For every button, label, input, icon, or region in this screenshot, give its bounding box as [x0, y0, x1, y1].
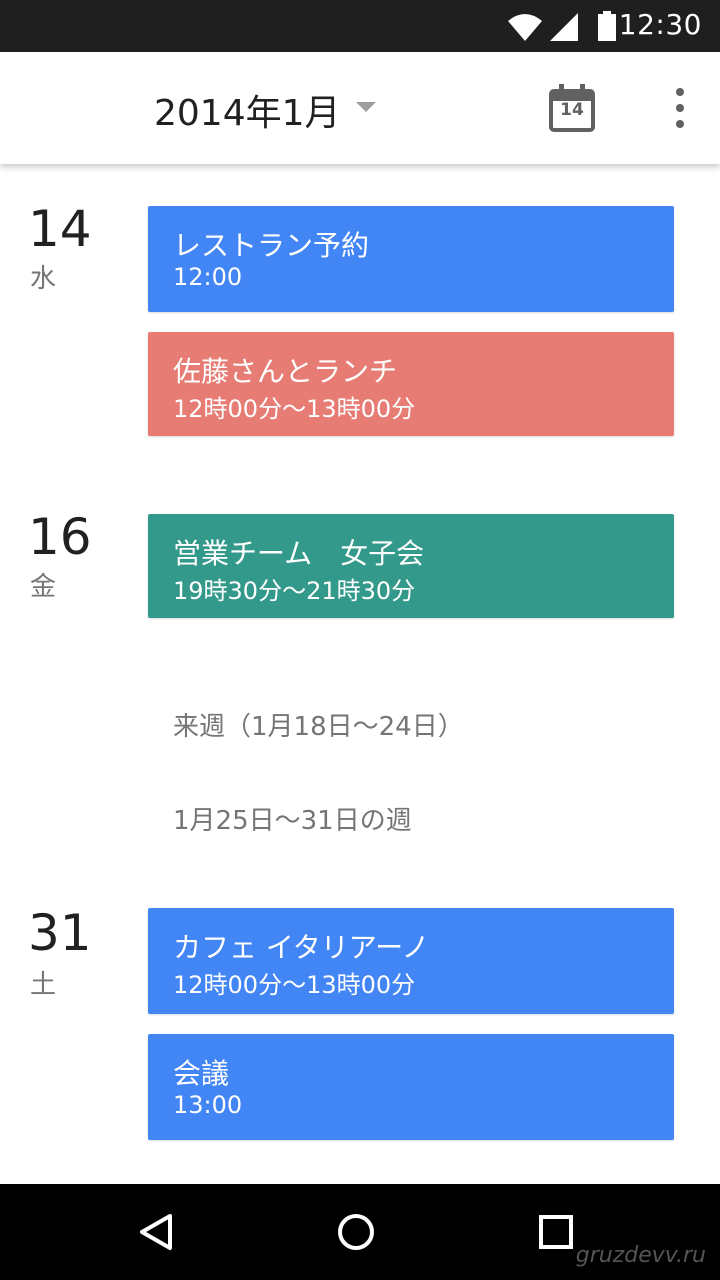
event-card[interactable]: 営業チーム 女子会 19時30分～21時30分 — [148, 514, 674, 618]
overflow-dot-icon — [676, 88, 684, 96]
event-time: 12時00分～13時00分 — [173, 395, 416, 423]
event-time: 13:00 — [173, 1091, 243, 1119]
day-weekday: 土 — [30, 970, 57, 1000]
home-icon[interactable] — [336, 1212, 376, 1252]
day-weekday: 水 — [30, 264, 57, 294]
event-time: 12:00 — [173, 263, 243, 291]
event-card[interactable]: レストラン予約 12:00 — [148, 206, 674, 312]
app-bar: 2014年1月 14 — [0, 52, 720, 164]
battery-icon — [598, 11, 616, 41]
day-number: 31 — [28, 904, 92, 962]
today-day-number: 14 — [560, 100, 584, 120]
event-title: カフェ イタリアーノ — [173, 931, 430, 964]
day-weekday: 金 — [30, 572, 57, 602]
status-time: 12:30 — [618, 8, 702, 41]
event-card[interactable]: カフェ イタリアーノ 12時00分～13時00分 — [148, 908, 674, 1014]
event-time: 19時30分～21時30分 — [173, 577, 416, 605]
event-time: 12時00分～13時00分 — [173, 971, 416, 999]
event-title: 営業チーム 女子会 — [173, 537, 425, 570]
event-card[interactable]: 会議 13:00 — [148, 1034, 674, 1140]
overflow-menu-button[interactable] — [664, 86, 696, 130]
month-title[interactable]: 2014年1月 — [154, 84, 341, 136]
event-title: 会議 — [173, 1057, 230, 1090]
today-button[interactable]: 14 — [548, 84, 596, 132]
dropdown-arrow-icon[interactable] — [356, 102, 376, 112]
week-header[interactable]: 1月25日～31日の週 — [173, 800, 412, 837]
event-title: レストラン予約 — [173, 229, 370, 262]
day-number: 16 — [28, 508, 92, 566]
overflow-dot-icon — [676, 120, 684, 128]
back-icon[interactable] — [138, 1212, 174, 1252]
event-card[interactable]: 佐藤さんとランチ 12時00分～13時00分 — [148, 332, 674, 436]
navigation-bar: gruzdevv.ru — [0, 1184, 720, 1280]
agenda-list[interactable]: 14 水 レストラン予約 12:00 佐藤さんとランチ 12時00分～13時00… — [0, 164, 720, 1184]
day-number: 14 — [28, 200, 92, 258]
status-bar: 12:30 — [0, 0, 720, 52]
event-title: 佐藤さんとランチ — [173, 355, 398, 388]
signal-icon — [550, 13, 578, 41]
wifi-icon — [508, 14, 542, 41]
overflow-dot-icon — [676, 104, 684, 112]
week-header-next[interactable]: 来週（1月18日～24日） — [173, 706, 464, 743]
watermark: gruzdevv.ru — [575, 1243, 706, 1268]
recents-icon[interactable] — [538, 1214, 574, 1250]
